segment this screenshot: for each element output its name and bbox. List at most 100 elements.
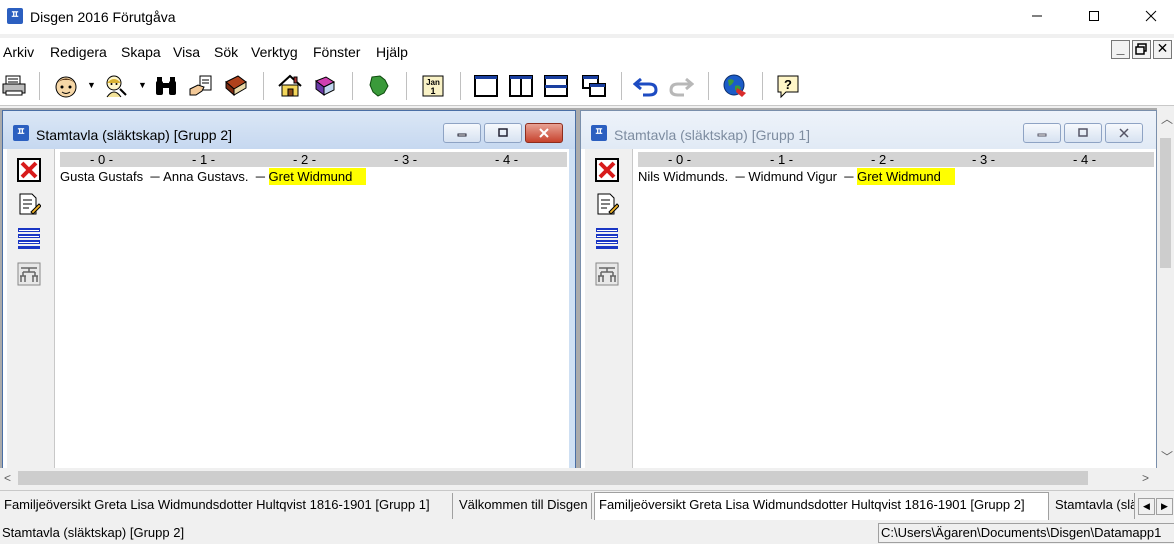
minimize-button[interactable] [1014,0,1060,32]
hand-edit-button[interactable] [187,72,215,100]
pedigree-window-grupp-2[interactable]: ㅍ Stamtavla (släktskap) [Grupp 2] - 0 - … [2,110,576,470]
delete-button[interactable] [16,157,42,183]
menu-sok[interactable]: Sök [214,44,238,60]
edit-document-button[interactable] [16,191,42,217]
single-window-button[interactable] [472,72,500,100]
mdi-minimize-button[interactable]: _ [1111,40,1130,59]
menu-verktyg[interactable]: Verktyg [251,44,298,60]
family-tree-icon [17,262,41,286]
single-window-icon [474,75,498,97]
book-button[interactable] [222,72,250,100]
scroll-up-icon[interactable]: ︿ [1161,110,1173,127]
redo-button[interactable] [667,72,695,100]
tab-familjeoversikt-grupp-2[interactable]: Familjeöversikt Greta Lisa Widmundsdotte… [594,492,1049,520]
toolbar-separator [621,72,622,100]
child-window-title: Stamtavla (släktskap) [Grupp 1] [614,127,811,143]
minimize-icon [457,133,467,137]
pedigree-row: Nils Widmunds. ─ Widmund Vigur ─ Gret Wi… [638,168,955,185]
menu-bar: Arkiv Redigera Skapa Visa Sök Verktyg Fö… [0,38,1174,66]
child-window-icon: ㅍ [591,125,607,141]
child-title-bar[interactable]: ㅍ Stamtavla (släktskap) [Grupp 1] [581,111,1156,149]
home-button[interactable] [276,72,304,100]
connector: ─ [146,169,160,184]
menu-redigera[interactable]: Redigera [50,44,107,60]
tabs-scroll-left-button[interactable]: ◀ [1138,498,1155,515]
scroll-down-icon[interactable]: ﹀ [1161,448,1173,465]
close-red-x-icon [595,158,619,182]
person-button[interactable] [52,72,80,100]
child-minimize-button[interactable] [443,123,481,143]
connector: ─ [731,169,745,184]
tab-stamtavla[interactable]: Stamtavla (släktskap) [Grupp 2] [1051,493,1135,519]
family-tree-icon [595,262,619,286]
pedigree-window-grupp-1[interactable]: ㅍ Stamtavla (släktskap) [Grupp 1] - 0 - … [580,110,1157,470]
person-gen-2-selected[interactable]: Gret Widmund [857,168,955,185]
close-button[interactable] [1128,0,1174,32]
search-dropdown-caret[interactable]: ▼ [138,80,147,90]
tab-familjeoversikt-grupp-1[interactable]: Familjeöversikt Greta Lisa Widmundsdotte… [0,493,453,519]
window-title: Disgen 2016 Förutgåva [30,9,176,25]
generation-label: - 3 - [972,152,996,167]
child-maximize-button[interactable] [484,123,522,143]
redo-icon [669,77,694,97]
menu-arkiv[interactable]: Arkiv [3,44,34,60]
connector: ─ [840,169,854,184]
child-minimize-button[interactable] [1023,123,1061,143]
list-view-button[interactable] [594,225,620,251]
close-icon [1119,128,1129,138]
delete-button[interactable] [594,157,620,183]
print-button[interactable] [0,72,28,100]
globe-button[interactable] [721,72,749,100]
menu-fonster[interactable]: Fönster [313,44,360,60]
child-title-bar[interactable]: ㅍ Stamtavla (släktskap) [Grupp 2] [3,111,575,149]
child-close-button[interactable] [1105,123,1143,143]
person-gen-0[interactable]: Nils Widmunds. [638,168,728,185]
map-button[interactable] [365,72,393,100]
person-gen-2-selected[interactable]: Gret Widmund [268,168,367,185]
globe-icon [723,74,746,97]
child-close-button[interactable] [525,123,563,143]
list-view-button[interactable] [16,225,42,251]
books-button[interactable] [311,72,339,100]
person-gen-1[interactable]: Widmund Vigur [748,168,837,185]
person-gen-0[interactable]: Gusta Gustafs [60,168,143,185]
generation-label: - 3 - [394,152,418,167]
tabs-scroll-right-button[interactable]: ▶ [1156,498,1173,515]
mdi-close-button[interactable]: ✕ [1153,40,1172,59]
horizontal-scrollbar[interactable]: < > [0,468,1157,488]
maximize-icon [498,128,508,137]
tab-valkommen[interactable]: Välkommen till Disgen [455,493,592,519]
cascade-windows-button[interactable] [580,72,608,100]
person-search-button[interactable] [102,72,130,100]
help-button[interactable]: ? [774,72,802,100]
undo-icon [633,77,658,97]
mdi-restore-button[interactable] [1132,40,1151,59]
scroll-left-icon[interactable]: < [4,471,11,485]
maximize-button[interactable] [1071,0,1117,32]
two-columns-button[interactable] [507,72,535,100]
vertical-scrollbar[interactable]: ︿ ﹀ [1157,108,1174,468]
calendar-day-text: 1 [430,86,435,96]
horizontal-scroll-thumb[interactable] [18,471,1088,485]
two-rows-button[interactable] [542,72,570,100]
person-dropdown-caret[interactable]: ▼ [87,80,96,90]
menu-skapa[interactable]: Skapa [121,44,161,60]
undo-button[interactable] [632,72,660,100]
child-window-controls [1023,123,1143,143]
generation-label: - 1 - [192,152,216,167]
generation-label: - 4 - [495,152,519,167]
menu-hjalp[interactable]: Hjälp [376,44,408,60]
menu-visa[interactable]: Visa [173,44,200,60]
child-maximize-button[interactable] [1064,123,1102,143]
person-gen-1[interactable]: Anna Gustavs. [163,168,248,185]
books-icon [314,76,336,96]
binoculars-button[interactable] [152,72,180,100]
pedigree-side-toolbar [7,149,55,469]
disgen-app-icon[interactable]: ㅍ [7,8,23,24]
edit-document-button[interactable] [594,191,620,217]
scroll-right-icon[interactable]: > [1142,471,1149,485]
calendar-button[interactable]: Jan 1 [419,72,447,100]
vertical-scroll-thumb[interactable] [1160,138,1171,268]
family-tree-button[interactable] [16,261,42,287]
family-tree-button[interactable] [594,261,620,287]
